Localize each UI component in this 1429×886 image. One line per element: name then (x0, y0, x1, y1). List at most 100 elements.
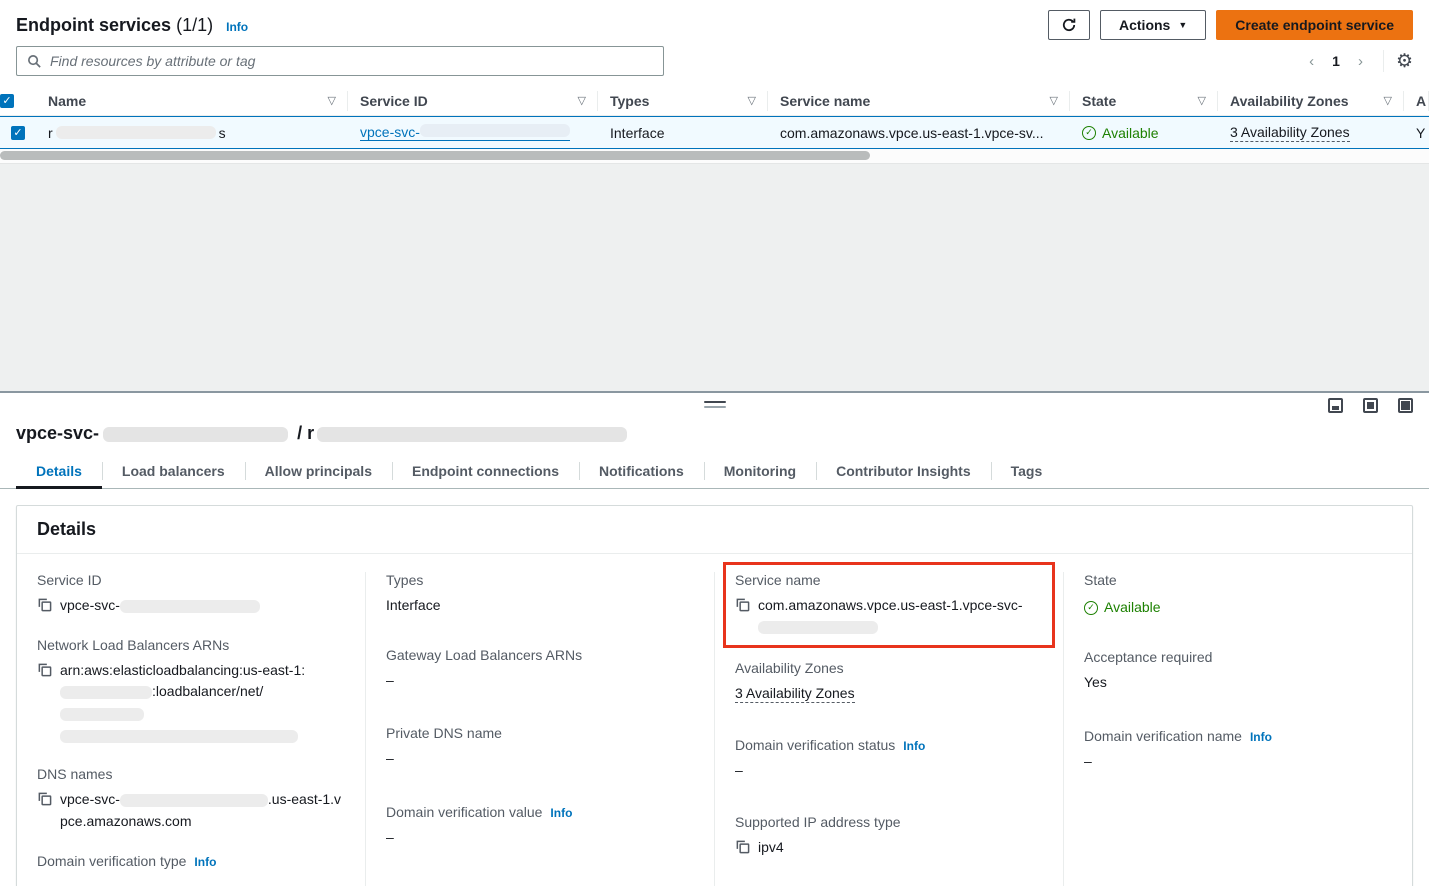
horizontal-scrollbar (0, 149, 1429, 163)
actions-button-label: Actions (1119, 17, 1170, 33)
redacted-text (120, 794, 268, 807)
tab-allow-principals[interactable]: Allow principals (245, 454, 392, 488)
field-private-dns-name: Private DNS name – (386, 725, 694, 770)
column-header-state[interactable]: State▽ (1070, 86, 1218, 115)
scrollbar-thumb[interactable] (0, 151, 870, 160)
availability-zones-popover-link[interactable]: 3 Availability Zones (1230, 124, 1350, 142)
header-bar: Endpoint services (1/1) Info Actions ▼ C… (0, 0, 1429, 44)
details-card: Details Service ID vpce-svc- Network Loa… (16, 505, 1413, 886)
header-actions: Actions ▼ Create endpoint service (1048, 10, 1413, 40)
tab-tags[interactable]: Tags (991, 454, 1063, 488)
header-info-link[interactable]: Info (226, 20, 248, 34)
refresh-button[interactable] (1048, 10, 1090, 40)
row-checkbox[interactable]: ✓ (0, 117, 36, 148)
sort-icon[interactable]: ▽ (1384, 94, 1392, 107)
info-link[interactable]: Info (194, 855, 216, 869)
table-header: ✓ Name▽ Service ID▽ Types▽ Service name▽… (0, 86, 1429, 116)
field-service-id: Service ID vpce-svc- (37, 572, 345, 617)
prev-page-button[interactable]: ‹ (1301, 51, 1322, 72)
row-types-cell: Interface (598, 117, 768, 148)
availability-zones-popover-link[interactable]: 3 Availability Zones (735, 685, 855, 703)
panel-resize-handle-icon[interactable] (704, 401, 726, 408)
column-header-service-id[interactable]: Service ID▽ (348, 86, 598, 115)
copy-icon[interactable] (735, 597, 750, 615)
info-link[interactable]: Info (550, 806, 572, 820)
panel-position-side-icon[interactable] (1363, 398, 1378, 413)
checkbox-checked-icon: ✓ (0, 94, 14, 108)
tab-details[interactable]: Details (16, 454, 102, 488)
divider (1383, 50, 1384, 72)
redacted-text (60, 686, 152, 699)
redacted-text (56, 126, 216, 139)
sort-icon[interactable]: ▽ (748, 94, 756, 107)
row-clipped-cell: Y (1404, 117, 1429, 148)
service-id-link[interactable]: vpce-svc- (360, 124, 570, 141)
tab-endpoint-connections[interactable]: Endpoint connections (392, 454, 579, 488)
info-link[interactable]: Info (903, 739, 925, 753)
tab-contributor-insights[interactable]: Contributor Insights (816, 454, 991, 488)
search-bar: ‹ 1 › ⚙ (0, 44, 1429, 86)
available-check-icon: ✓ (1082, 126, 1096, 140)
search-input[interactable] (50, 53, 653, 69)
details-column-4: State ✓Available Acceptance required Yes… (1063, 572, 1412, 886)
tab-load-balancers[interactable]: Load balancers (102, 454, 245, 488)
next-page-button[interactable]: › (1350, 51, 1371, 72)
field-acceptance-required: Acceptance required Yes (1084, 649, 1392, 694)
info-link[interactable]: Info (1250, 730, 1272, 744)
copy-icon[interactable] (37, 597, 52, 615)
table-row[interactable]: ✓ rs vpce-svc- Interface com.amazonaws.v… (0, 116, 1429, 149)
row-availability-zones-cell: 3 Availability Zones (1218, 117, 1404, 148)
sort-icon[interactable]: ▽ (1050, 94, 1058, 107)
field-domain-verification-name: Domain verification nameInfo – (1084, 728, 1392, 773)
details-card-heading: Details (17, 506, 1412, 554)
page-title: Endpoint services (1/1) Info (16, 15, 248, 36)
field-domain-verification-value: Domain verification valueInfo – (386, 804, 694, 849)
column-header-name[interactable]: Name▽ (36, 86, 348, 115)
tab-monitoring[interactable]: Monitoring (704, 454, 816, 488)
field-service-name: Service name com.amazonaws.vpce.us-east-… (735, 572, 1043, 638)
row-name-cell: rs (36, 117, 348, 148)
service-name-highlight-box: Service name com.amazonaws.vpce.us-east-… (723, 562, 1055, 648)
sort-icon[interactable]: ▽ (1198, 94, 1206, 107)
current-page[interactable]: 1 (1326, 51, 1346, 71)
chevron-down-icon: ▼ (1178, 20, 1187, 30)
field-availability-zones: Availability Zones 3 Availability Zones (735, 660, 1043, 705)
redacted-text (420, 124, 570, 137)
redacted-text (120, 600, 260, 613)
redacted-text (317, 427, 627, 442)
details-column-2: Types Interface Gateway Load Balancers A… (365, 572, 714, 886)
redacted-text (758, 621, 878, 634)
row-service-id-cell: vpce-svc- (348, 117, 598, 148)
field-types: Types Interface (386, 572, 694, 617)
column-header-availability-zones[interactable]: Availability Zones▽ (1218, 86, 1404, 115)
search-box[interactable] (16, 46, 664, 76)
copy-icon[interactable] (735, 839, 750, 857)
panel-position-bottom-icon[interactable] (1328, 398, 1343, 413)
panel-title: vpce-svc- / r (0, 415, 1429, 454)
panel-position-full-icon[interactable] (1398, 398, 1413, 413)
redacted-text (60, 708, 144, 721)
sort-icon[interactable]: ▽ (328, 94, 336, 107)
column-header-types[interactable]: Types▽ (598, 86, 768, 115)
copy-icon[interactable] (37, 662, 52, 680)
settings-gear-icon[interactable]: ⚙ (1396, 52, 1413, 71)
sort-icon[interactable]: ▽ (578, 94, 586, 107)
column-header-service-name[interactable]: Service name▽ (768, 86, 1070, 115)
redacted-text (60, 730, 298, 743)
field-state: State ✓Available (1084, 572, 1392, 619)
field-glb-arns: Gateway Load Balancers ARNs – (386, 647, 694, 692)
redacted-text (103, 427, 288, 442)
tab-notifications[interactable]: Notifications (579, 454, 704, 488)
field-domain-verification-type: Domain verification typeInfo – (37, 853, 345, 886)
create-endpoint-service-button[interactable]: Create endpoint service (1216, 10, 1413, 40)
actions-button[interactable]: Actions ▼ (1100, 10, 1206, 40)
field-supported-ip-type: Supported IP address type ipv4 (735, 814, 1043, 859)
column-header-clipped[interactable]: A (1404, 86, 1429, 115)
details-column-1: Service ID vpce-svc- Network Load Balanc… (17, 572, 365, 886)
field-dns-names: DNS names vpce-svc-.us-east-1.vpce.amazo… (37, 766, 345, 832)
resource-count: (1/1) (176, 15, 213, 35)
copy-icon[interactable] (37, 791, 52, 809)
create-button-label: Create endpoint service (1235, 17, 1394, 33)
select-all-checkbox[interactable]: ✓ (0, 86, 36, 115)
details-card-body: Service ID vpce-svc- Network Load Balanc… (17, 554, 1412, 886)
